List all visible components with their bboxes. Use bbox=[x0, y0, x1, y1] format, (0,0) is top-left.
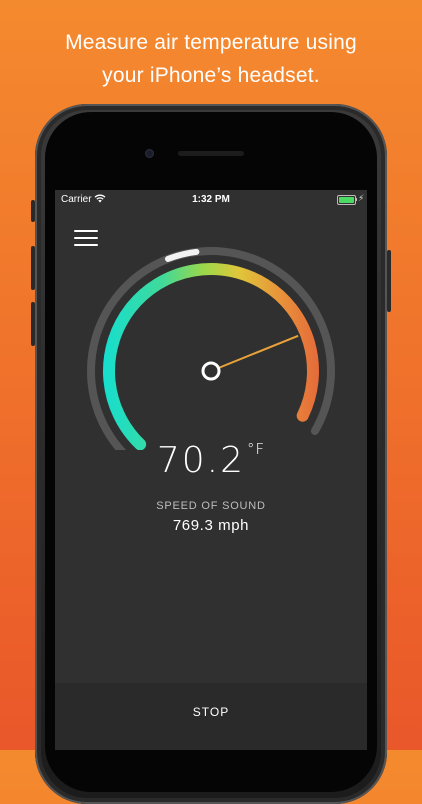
headline-line-2: your iPhone’s headset. bbox=[102, 64, 320, 87]
gauge-hub bbox=[201, 361, 221, 381]
gauge-color-arc bbox=[103, 263, 319, 450]
stop-button[interactable]: STOP bbox=[55, 683, 367, 750]
volume-up-button bbox=[31, 246, 35, 290]
temperature-gauge bbox=[87, 247, 335, 450]
temperature-unit: °F bbox=[247, 440, 266, 458]
headline: Measure air temperature using your iPhon… bbox=[0, 26, 422, 92]
battery-icon bbox=[337, 195, 356, 205]
volume-down-button bbox=[31, 302, 35, 346]
headline-line-1: Measure air temperature using bbox=[65, 31, 357, 54]
status-bar: Carrier 1:32 PM ⚡ bbox=[55, 190, 367, 210]
power-button bbox=[387, 250, 391, 312]
gauge-needle bbox=[210, 334, 299, 372]
charging-icon: ⚡ bbox=[358, 193, 365, 203]
status-time: 1:32 PM bbox=[192, 194, 230, 205]
earpiece-speaker bbox=[178, 151, 244, 156]
speed-of-sound-label: SPEED OF SOUND bbox=[156, 500, 266, 512]
temperature-readout: 70.2 °F bbox=[55, 440, 367, 481]
temperature-value: 70.2 bbox=[156, 440, 245, 481]
front-camera bbox=[145, 149, 154, 158]
app-screen: Carrier 1:32 PM ⚡ 70.2 °F SPEED OF SOUND… bbox=[55, 190, 367, 750]
battery-tip bbox=[355, 198, 357, 201]
mute-switch bbox=[31, 200, 35, 222]
speed-of-sound-value: 769.3 mph bbox=[172, 517, 250, 534]
